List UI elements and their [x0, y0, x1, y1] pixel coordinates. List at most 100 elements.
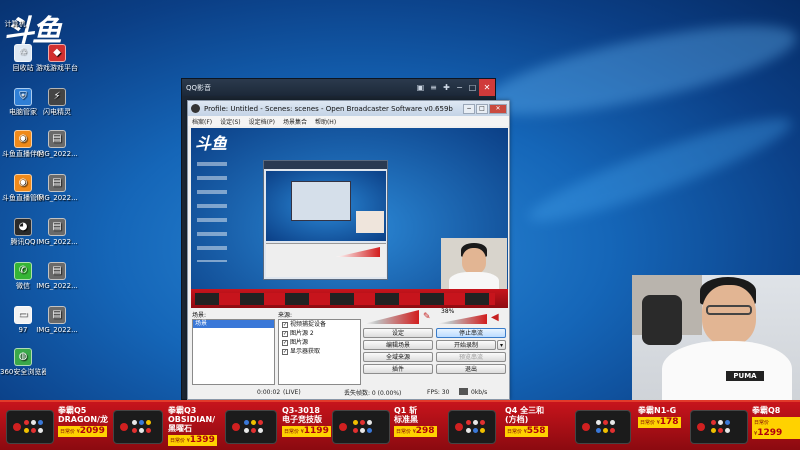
edit-scene-button[interactable]: 编辑场景: [363, 340, 433, 350]
pc-manager-icon: ⛨: [14, 88, 32, 106]
menu-settings[interactable]: 设定(S): [220, 117, 241, 126]
skin-icon[interactable]: ▣: [414, 79, 427, 96]
arcade-button-icon: [258, 428, 264, 433]
desktop-volume-meter[interactable]: [363, 310, 419, 324]
scene-item[interactable]: 场景: [193, 320, 274, 328]
sources-list[interactable]: ✓ 视频捕捉设备 ✓ 图片源 2 ✓ 图片源 ✓ 显示器获取: [278, 319, 361, 385]
arcade-stick-image[interactable]: [575, 410, 631, 444]
product-info[interactable]: 拳霸N1-G 日常价 ¥178: [638, 406, 681, 428]
checkbox-icon[interactable]: ✓: [282, 339, 288, 346]
menu-scene-collection[interactable]: 场景集合: [283, 117, 307, 126]
joystick-icon: [455, 423, 463, 431]
product-info[interactable]: Q1 斩标准黑 日常价 ¥298: [394, 406, 437, 437]
arcade-button-icon: [353, 420, 359, 425]
settings-button[interactable]: 设定: [363, 328, 433, 338]
desktop-shortcut-label: 360安全浏览器: [0, 368, 46, 376]
product-info[interactable]: Q3-3018 电子竞技版 日常价 ¥1199: [282, 406, 331, 437]
arcade-button-icon: [725, 428, 731, 433]
person-face: [702, 285, 756, 345]
shirt-brand-logo: PUMA: [726, 371, 764, 381]
source-item[interactable]: ✓ 图片源: [279, 338, 360, 347]
arcade-stick-image[interactable]: [6, 410, 54, 444]
product-info[interactable]: 拳霸Q8 日常价 ¥1299: [752, 406, 800, 439]
obs-app-icon: [191, 104, 200, 113]
qq-title-bar[interactable]: QQ影音 ▣ ≡ ✚ − □ ✕: [182, 79, 495, 96]
minimize-icon[interactable]: −: [453, 79, 466, 96]
maximize-icon[interactable]: □: [466, 79, 479, 96]
product-price-badge: 日常价 ¥1299: [752, 417, 800, 439]
close-icon[interactable]: ✕: [489, 103, 507, 114]
stop-stream-button[interactable]: 停止串流: [436, 328, 506, 338]
obs-window[interactable]: Profile: Untitled - Scenes: scenes - Ope…: [187, 100, 510, 400]
start-record-button[interactable]: 开始录制: [436, 340, 496, 350]
speaker-icon[interactable]: ◀: [491, 312, 499, 323]
product-info[interactable]: 拳霸Q3 OBSIDIAN/黑曜石 日常价 ¥1399: [168, 406, 217, 446]
product-info[interactable]: Q4 全三和 (方档) 日常价 ¥558: [505, 406, 548, 437]
plugins-button[interactable]: 插件: [363, 364, 433, 374]
source-item[interactable]: ✓ 显示器获取: [279, 347, 360, 356]
desktop-shortcut[interactable]: ◆ 游戏游戏平台: [34, 44, 80, 72]
desktop-shortcut-label: IMG_2022...: [36, 326, 78, 334]
product-info[interactable]: 拳霸Q5 DRAGON/龙 日常价 ¥2099: [58, 406, 108, 437]
arcade-stick-image[interactable]: [225, 410, 277, 444]
image-icon: ▤: [48, 130, 66, 148]
record-dropdown-button[interactable]: ▾: [497, 340, 506, 350]
arcade-button-icon: [244, 420, 250, 425]
joystick-icon: [697, 423, 705, 431]
mic-volume-meter[interactable]: [435, 314, 487, 324]
fps-readout: FPS: 30: [427, 388, 450, 396]
close-icon[interactable]: ✕: [479, 79, 495, 96]
scenes-list[interactable]: 场景: [192, 319, 275, 385]
bitrate-readout: 0kb/s: [471, 388, 488, 396]
product-price-badge: 日常价 ¥1399: [168, 435, 217, 446]
arcade-button-icon: [595, 420, 601, 425]
product-price-badge: 日常价 ¥298: [394, 426, 437, 437]
product-name: 拳霸Q8: [752, 406, 781, 415]
global-sources-button[interactable]: 全域来源: [363, 352, 433, 362]
minimize-icon[interactable]: −: [463, 103, 475, 114]
checkbox-icon[interactable]: ✓: [282, 330, 288, 337]
checkbox-icon[interactable]: ✓: [282, 321, 288, 328]
arcade-stick-image[interactable]: [113, 410, 163, 444]
desktop-shortcut[interactable]: ⚡ 闪电精灵: [34, 88, 80, 116]
joystick-icon: [339, 423, 347, 431]
arcade-button-icon: [609, 420, 615, 425]
menu-profiles[interactable]: 设定档(P): [249, 117, 275, 126]
joystick-icon: [232, 423, 240, 431]
desktop-shortcut[interactable]: ▤ IMG_2022...: [34, 130, 80, 158]
obs-preview: 斗鱼: [191, 128, 508, 308]
arcade-stick-image[interactable]: [690, 410, 748, 444]
obs-title-bar[interactable]: Profile: Untitled - Scenes: scenes - Ope…: [188, 101, 509, 116]
product-name: 拳霸Q5 DRAGON/龙: [58, 406, 108, 424]
menu-file[interactable]: 档案(F): [192, 117, 212, 126]
joystick-icon: [120, 423, 128, 431]
menu-icon[interactable]: ≡: [427, 79, 440, 96]
desktop-shortcut[interactable]: ▤ IMG_2022...: [34, 306, 80, 334]
desktop-shortcut[interactable]: ▤ IMG_2022...: [34, 174, 80, 202]
arcade-button-icon: [30, 428, 36, 433]
arcade-button-icon: [251, 420, 257, 425]
pin-icon[interactable]: ✚: [440, 79, 453, 96]
recycle-bin-icon: ♲: [14, 44, 32, 62]
arcade-stick-image[interactable]: [448, 410, 496, 444]
arcade-button-icon: [472, 420, 478, 425]
arcade-button-icon: [367, 428, 373, 433]
checkbox-icon[interactable]: ✓: [282, 348, 288, 355]
product-ad-banner: 拳霸Q5 DRAGON/龙 日常价 ¥2099 拳霸Q3 OBSIDIAN/黑曜石 日常价…: [0, 400, 800, 450]
source-item[interactable]: ✓ 视频捕捉设备: [279, 320, 360, 329]
menu-help[interactable]: 帮助(H): [315, 117, 336, 126]
desktop-shortcut[interactable]: ▤ IMG_2022...: [34, 262, 80, 290]
arcade-stick-image[interactable]: [332, 410, 390, 444]
preview-ad-bar: [191, 289, 508, 308]
desktop-shortcut[interactable]: ▤ IMG_2022...: [34, 218, 80, 246]
exit-button[interactable]: 退出: [436, 364, 506, 374]
arcade-button-icon: [595, 428, 601, 433]
desktop-shortcut-computer[interactable]: 计算机: [0, 20, 38, 28]
maximize-icon[interactable]: □: [476, 103, 488, 114]
speaker-mic-icon[interactable]: ✎: [423, 312, 431, 322]
desktop-shortcut[interactable]: ◍ 360安全浏览器: [0, 348, 46, 376]
browser-icon: ◍: [14, 348, 32, 366]
source-item[interactable]: ✓ 图片源 2: [279, 329, 360, 338]
desktop-shortcut-label: IMG_2022...: [36, 194, 78, 202]
dropped-frames: 丢失帧数: 0 (0.00%): [344, 389, 402, 397]
